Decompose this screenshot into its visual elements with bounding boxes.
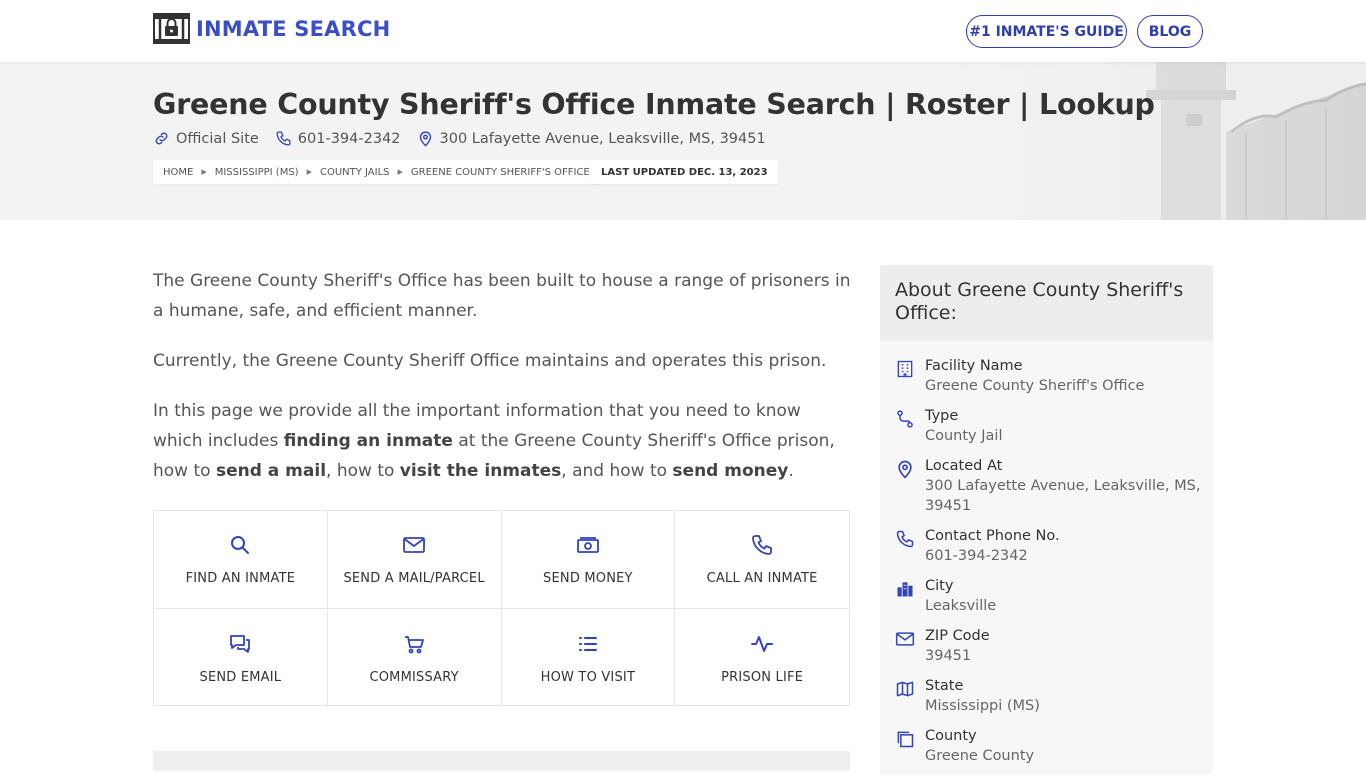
sidebar-title: About Greene County Sheriff's Office: xyxy=(880,265,1213,341)
breadcrumb-home[interactable]: HOME xyxy=(163,167,193,178)
map-icon xyxy=(896,681,914,697)
info-label: Located At xyxy=(925,458,1003,474)
breadcrumb: HOME ▶ MISSISSIPPI (MS) ▶ COUNTY JAILS ▶… xyxy=(153,160,600,184)
info-value: Greene County Sheriff's Office xyxy=(925,378,1145,394)
link-icon xyxy=(155,132,168,145)
envelope-icon xyxy=(895,632,915,646)
info-city: City Leaksville xyxy=(880,576,1213,626)
route-icon xyxy=(897,410,913,428)
breadcrumb-separator-icon: ▶ xyxy=(306,168,312,176)
pulse-icon xyxy=(751,635,774,652)
official-site-link[interactable]: Official Site xyxy=(153,130,259,147)
breadcrumb-county-jails[interactable]: COUNTY JAILS xyxy=(320,167,390,178)
chat-icon xyxy=(230,634,251,653)
info-label: Type xyxy=(925,408,959,424)
highlight-send-mail: send a mail xyxy=(215,461,327,481)
search-icon xyxy=(231,536,250,554)
envelope-icon xyxy=(403,537,426,553)
info-county: County Greene County xyxy=(880,726,1213,776)
send-money-label: SEND MONEY xyxy=(543,571,633,586)
list-icon xyxy=(578,636,597,651)
page-hero: Greene County Sheriff's Office Inmate Se… xyxy=(0,62,1366,220)
how-to-visit-tile[interactable]: HOW TO VISIT xyxy=(502,609,676,707)
info-facility-name: Facility Name Greene County Sheriff's Of… xyxy=(880,356,1213,406)
nav-inmates-guide-button[interactable]: #1 INMATE'S GUIDE xyxy=(966,15,1127,48)
highlight-send-money: send money xyxy=(672,461,789,481)
top-navbar: INMATE SEARCH #1 INMATE'S GUIDE BLOG xyxy=(0,0,1366,62)
logo-text: INMATE SEARCH xyxy=(196,16,391,41)
next-section-box xyxy=(153,751,850,771)
info-label: ZIP Code xyxy=(925,628,990,644)
intro-text: The Greene County Sheriff's Office has b… xyxy=(153,266,853,506)
send-mail-label: SEND A MAIL/PARCEL xyxy=(343,571,485,586)
facility-info-sidebar: About Greene County Sheriff's Office: Fa… xyxy=(880,265,1213,775)
action-grid: FIND AN INMATE SEND A MAIL/PARCEL SEND M… xyxy=(153,510,850,707)
commissary-tile[interactable]: COMMISSARY xyxy=(328,609,502,707)
phone-icon xyxy=(752,535,773,555)
prison-life-tile[interactable]: PRISON LIFE xyxy=(675,609,849,707)
highlight-finding-inmate: finding an inmate xyxy=(283,431,453,451)
info-state: State Mississippi (MS) xyxy=(880,676,1213,726)
breadcrumb-current[interactable]: GREENE COUNTY SHERIFF'S OFFICE xyxy=(411,167,590,178)
jail-logo-icon xyxy=(153,13,190,44)
prison-tower-illustration xyxy=(946,62,1366,220)
site-logo[interactable]: INMATE SEARCH xyxy=(153,13,390,44)
phone-icon xyxy=(896,530,914,548)
info-value: 601-394-2342 xyxy=(925,548,1028,564)
breadcrumb-state[interactable]: MISSISSIPPI (MS) xyxy=(215,167,299,178)
info-label: Facility Name xyxy=(925,358,1023,374)
info-value: 300 Lafayette Avenue, Leaksville, MS, 39… xyxy=(925,478,1201,514)
send-email-tile[interactable]: SEND EMAIL xyxy=(154,609,328,707)
phone-number: 601-394-2342 xyxy=(297,130,401,147)
find-inmate-label: FIND AN INMATE xyxy=(185,571,296,586)
find-inmate-tile[interactable]: FIND AN INMATE xyxy=(154,511,328,609)
how-to-visit-label: HOW TO VISIT xyxy=(540,669,636,685)
facility-info-list: Facility Name Greene County Sheriff's Of… xyxy=(880,341,1213,776)
money-icon xyxy=(576,537,599,553)
info-zip-code: ZIP Code 39451 xyxy=(880,626,1213,676)
phone-icon xyxy=(276,131,291,146)
location-pin-icon xyxy=(898,460,912,479)
copy-icon xyxy=(897,731,914,748)
commissary-label: COMMISSARY xyxy=(369,669,459,685)
info-value: Greene County xyxy=(925,748,1035,764)
info-contact-phone: Contact Phone No. 601-394-2342 xyxy=(880,526,1213,576)
last-updated-badge: LAST UPDATED DEC. 13, 2023 xyxy=(591,160,778,184)
address-link[interactable]: 300 Lafayette Avenue, Leaksville, MS, 39… xyxy=(417,130,766,147)
phone-link[interactable]: 601-394-2342 xyxy=(275,130,401,147)
building-icon xyxy=(897,360,913,378)
send-email-label: SEND EMAIL xyxy=(199,669,282,685)
info-value: Leaksville xyxy=(925,598,997,614)
info-label: State xyxy=(925,678,964,694)
call-inmate-tile[interactable]: CALL AN INMATE xyxy=(675,511,849,609)
page-title: Greene County Sheriff's Office Inmate Se… xyxy=(153,88,1155,121)
intro-paragraph-1: The Greene County Sheriff's Office has b… xyxy=(153,271,851,321)
highlight-visit-inmates: visit the inmates xyxy=(399,461,562,481)
nav-blog-button[interactable]: BLOG xyxy=(1137,15,1203,48)
send-money-tile[interactable]: SEND MONEY xyxy=(501,511,676,609)
address-text: 300 Lafayette Avenue, Leaksville, MS, 39… xyxy=(439,130,766,147)
official-site-label: Official Site xyxy=(176,130,259,147)
info-label: City xyxy=(925,578,954,594)
breadcrumb-separator-icon: ▶ xyxy=(397,168,403,176)
send-mail-tile[interactable]: SEND A MAIL/PARCEL xyxy=(327,511,502,609)
city-icon xyxy=(897,582,913,597)
info-label: County xyxy=(925,728,977,744)
intro-paragraph-3: In this page we provide all the importan… xyxy=(153,401,835,481)
info-value: County Jail xyxy=(925,428,1003,444)
breadcrumb-separator-icon: ▶ xyxy=(201,168,207,176)
facility-meta: Official Site 601-394-2342 300 Lafayette… xyxy=(153,130,782,147)
info-type: Type County Jail xyxy=(880,406,1213,456)
prison-life-label: PRISON LIFE xyxy=(721,669,804,685)
call-inmate-label: CALL AN INMATE xyxy=(706,571,818,586)
location-pin-icon xyxy=(419,131,431,147)
info-value: 39451 xyxy=(925,648,972,664)
intro-paragraph-2: Currently, the Greene County Sheriff Off… xyxy=(153,351,827,371)
cart-icon xyxy=(405,635,425,653)
info-located-at: Located At 300 Lafayette Avenue, Leaksvi… xyxy=(880,456,1213,526)
info-label: Contact Phone No. xyxy=(925,528,1060,544)
info-value: Mississippi (MS) xyxy=(925,698,1040,714)
